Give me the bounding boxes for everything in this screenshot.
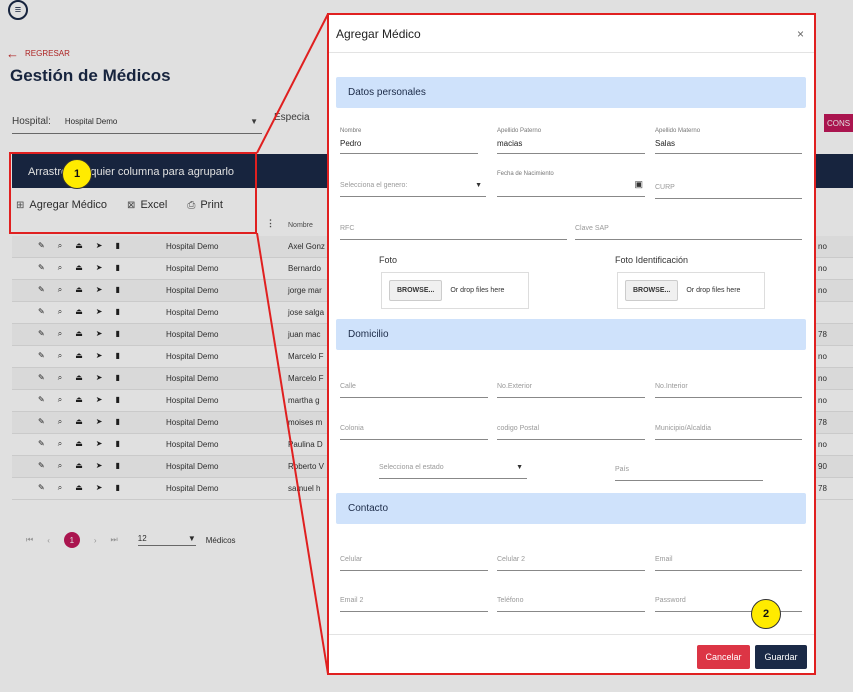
annotation-badge-2: 2	[751, 599, 781, 629]
email-field[interactable]: Email	[655, 545, 802, 571]
apellido-paterno-label: Apellido Paterno	[497, 128, 542, 134]
clave-sap-field[interactable]: Clave SAP	[575, 214, 802, 240]
nombre-value: Pedro	[340, 139, 362, 148]
celular-field[interactable]: Celular	[340, 545, 488, 571]
email2-placeholder: Email 2	[340, 597, 364, 604]
no-interior-field[interactable]: No.Interior	[655, 372, 802, 398]
foto-drop-text: Or drop files here	[450, 287, 505, 294]
codigo-postal-field[interactable]: codigo Postal	[497, 414, 645, 440]
rfc-field[interactable]: RFC	[340, 214, 567, 240]
chevron-down-icon: ▼	[516, 464, 523, 471]
curp-placeholder: CURP	[655, 184, 675, 191]
section-domicilio: Domicilio	[336, 319, 806, 350]
save-button[interactable]: Guardar	[755, 645, 807, 669]
curp-field[interactable]: CURP	[655, 173, 802, 199]
genero-select[interactable]: Selecciona el genero: ▼	[340, 171, 486, 197]
annotation-badge-1: 1	[62, 159, 92, 189]
celular2-placeholder: Celular 2	[497, 556, 526, 563]
clave-sap-placeholder: Clave SAP	[575, 225, 609, 232]
foto-id-drop-text: Or drop files here	[686, 287, 741, 294]
fecha-label: Fecha de Nacimiento	[497, 171, 554, 177]
chevron-down-icon: ▼	[475, 182, 482, 189]
apellido-materno-value: Salas	[655, 139, 676, 148]
celular2-field[interactable]: Celular 2	[497, 545, 645, 571]
municipio-placeholder: Municipio/Alcaldia	[655, 425, 712, 432]
apellido-paterno-field[interactable]: Apellido Paterno macias	[497, 128, 645, 154]
cancel-button[interactable]: Cancelar	[697, 645, 750, 669]
foto-id-dropzone[interactable]: BROWSE... Or drop files here	[617, 272, 765, 309]
foto-id-browse-button[interactable]: BROWSE...	[625, 280, 679, 301]
section-contacto: Contacto	[336, 493, 806, 524]
no-interior-placeholder: No.Interior	[655, 383, 688, 390]
codigo-postal-placeholder: codigo Postal	[497, 425, 540, 432]
colonia-placeholder: Colonia	[340, 425, 364, 432]
password-placeholder: Password	[655, 597, 686, 604]
nombre-label: Nombre	[340, 128, 362, 134]
rfc-placeholder: RFC	[340, 225, 355, 232]
email-placeholder: Email	[655, 556, 673, 563]
estado-select[interactable]: Selecciona el estado ▼	[379, 453, 527, 479]
foto-label: Foto	[379, 255, 398, 265]
telefono-field[interactable]: Teléfono	[497, 586, 645, 612]
foto-browse-button[interactable]: BROWSE...	[389, 280, 443, 301]
close-icon[interactable]: ×	[797, 27, 804, 41]
add-doctor-modal: Agregar Médico × Datos personales Nombre…	[327, 13, 816, 675]
nombre-field[interactable]: Nombre Pedro	[340, 128, 478, 154]
email2-field[interactable]: Email 2	[340, 586, 488, 612]
divider	[329, 52, 814, 53]
telefono-placeholder: Teléfono	[497, 597, 524, 604]
section-personal: Datos personales	[336, 77, 806, 108]
divider	[329, 634, 814, 635]
colonia-field[interactable]: Colonia	[340, 414, 488, 440]
estado-placeholder: Selecciona el estado	[379, 464, 444, 471]
calle-placeholder: Calle	[340, 383, 356, 390]
apellido-materno-label: Apellido Materno	[655, 128, 701, 134]
apellido-paterno-value: macias	[497, 139, 523, 148]
genero-placeholder: Selecciona el genero:	[340, 182, 408, 189]
celular-placeholder: Celular	[340, 556, 363, 563]
no-exterior-field[interactable]: No.Exterior	[497, 372, 645, 398]
fecha-nacimiento-field[interactable]: Fecha de Nacimiento ▣	[497, 171, 645, 197]
calle-field[interactable]: Calle	[340, 372, 488, 398]
pais-field[interactable]: País	[615, 455, 763, 481]
foto-id-label: Foto Identificación	[615, 255, 689, 265]
annotation-highlight-1	[9, 152, 257, 234]
municipio-field[interactable]: Municipio/Alcaldia	[655, 414, 802, 440]
foto-dropzone[interactable]: BROWSE... Or drop files here	[381, 272, 529, 309]
modal-title: Agregar Médico	[336, 27, 421, 41]
pais-placeholder: País	[615, 466, 630, 473]
no-exterior-placeholder: No.Exterior	[497, 383, 533, 390]
calendar-icon[interactable]: ▣	[634, 179, 643, 190]
apellido-materno-field[interactable]: Apellido Materno Salas	[655, 128, 802, 154]
